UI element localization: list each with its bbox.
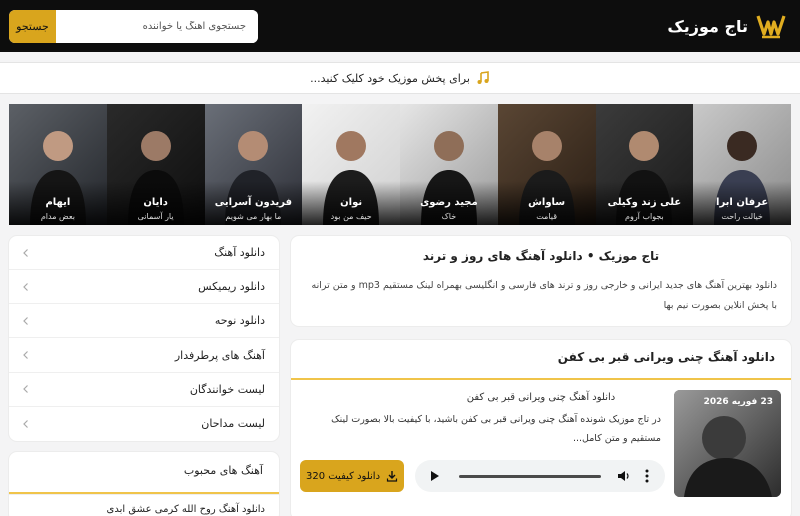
- menu-item-label: دانلود ریمیکس: [198, 280, 265, 294]
- chevron-left-icon: [23, 351, 28, 359]
- chevron-left-icon: [23, 316, 28, 325]
- artist-song: حیف من بود: [330, 212, 372, 221]
- menu-item-eulogists[interactable]: لیست مداحان: [9, 407, 279, 441]
- menu-item-label: لیست خوانندگان: [189, 382, 265, 396]
- popular-song-link[interactable]: دانلود آهنگ روح الله کرمی عشق ابدی: [107, 504, 265, 515]
- post-title[interactable]: دانلود آهنگ چنی ویرانی قبر بی کفن: [558, 350, 775, 364]
- menu-item-songs[interactable]: دانلود آهنگ: [9, 236, 279, 271]
- site-logo[interactable]: تاج موزیک: [667, 10, 786, 42]
- site-header: تاج موزیک جستجو: [0, 0, 800, 52]
- download-button-label: دانلود کیفیت 320: [305, 470, 381, 482]
- download-icon: [386, 471, 398, 482]
- intro-title: تاج موزیک • دانلود آهنگ های روز و ترند: [422, 249, 660, 263]
- artist-name: نوان: [340, 197, 363, 208]
- search-input[interactable]: [56, 10, 258, 43]
- play-icon[interactable]: [427, 469, 441, 483]
- artist-song: بعض مدام: [40, 212, 75, 221]
- chevron-left-icon: [23, 282, 28, 291]
- menu-item-label: آهنگ های پرطرفدار: [174, 348, 265, 362]
- post-card: دانلود آهنگ چنی ویرانی قبر بی کفن 23 فور…: [291, 340, 791, 516]
- artist-card[interactable]: نوان حیف من بود: [302, 104, 400, 225]
- artist-song: یار آسمانی: [137, 212, 174, 221]
- audio-player: [415, 460, 665, 492]
- audio-progress-bar[interactable]: [459, 475, 601, 478]
- artist-name: فریدون آسرایی: [214, 197, 293, 208]
- crown-logo-icon: [756, 15, 786, 39]
- artist-name: ایهام: [45, 197, 71, 208]
- artist-name: مجید رضوی: [420, 197, 478, 208]
- music-player-bar[interactable]: برای پخش موزیک خود کلیک کنید...: [0, 62, 800, 94]
- menu-item-nohe[interactable]: دانلود نوحه: [9, 304, 279, 339]
- artist-name: علی زند وکیلی: [607, 197, 682, 208]
- search-box: جستجو: [9, 10, 258, 43]
- menu-item-singers[interactable]: لیست خوانندگان: [9, 373, 279, 407]
- artist-card[interactable]: عرفان ابرا خیالت راحت: [693, 104, 791, 225]
- site-name: تاج موزیک: [667, 16, 748, 36]
- artist-name: عرفان ابرا: [716, 197, 769, 208]
- artist-song: قیامت: [536, 212, 558, 221]
- artist-song: خاک: [441, 212, 457, 221]
- artist-card[interactable]: علی زند وکیلی بجواب آروم: [595, 104, 694, 225]
- volume-icon[interactable]: [617, 469, 631, 483]
- download-button[interactable]: دانلود کیفیت 320: [300, 460, 404, 492]
- menu-item-remix[interactable]: دانلود ریمیکس: [9, 270, 279, 305]
- menu-item-label: لیست مداحان: [201, 417, 265, 431]
- artist-song: بجواب آروم: [625, 212, 664, 221]
- chevron-left-icon: [23, 385, 28, 394]
- more-options-icon[interactable]: [641, 468, 653, 484]
- menu-item-label: دانلود نوحه: [214, 314, 265, 328]
- featured-artists: عرفان ابرا خیالت راحت علی زند وکیلی بجوا…: [9, 104, 791, 225]
- artist-card[interactable]: فریدون آسرایی ما بهار می شویم: [204, 104, 303, 225]
- category-menu: دانلود آهنگ دانلود ریمیکس دانلود نوحه آه…: [9, 236, 279, 441]
- popular-songs-box: آهنگ های محبوب دانلود آهنگ روح الله کرمی…: [9, 452, 279, 516]
- chevron-left-icon: [23, 419, 28, 428]
- player-bar-text: برای پخش موزیک خود کلیک کنید...: [310, 71, 470, 85]
- post-thumbnail[interactable]: 23 فوریه 2026: [674, 390, 781, 497]
- artist-card[interactable]: ساواش قیامت: [497, 104, 596, 225]
- menu-item-label: دانلود آهنگ: [214, 246, 265, 260]
- artist-name: دایان: [143, 197, 168, 208]
- post-subtitle: دانلود آهنگ چنی ویرانی قبر بی کفن: [466, 392, 616, 403]
- artist-name: ساواش: [528, 197, 566, 208]
- music-note-icon: [477, 71, 489, 84]
- menu-item-popular[interactable]: آهنگ های پرطرفدار: [9, 338, 279, 373]
- intro-description: دانلود بهترین آهنگ های جدید ایرانی و خار…: [311, 280, 777, 311]
- artist-song: خیالت راحت: [721, 212, 763, 221]
- section-divider: [291, 378, 791, 380]
- popular-songs-title: آهنگ های محبوب: [183, 464, 263, 477]
- artist-song: ما بهار می شویم: [225, 212, 282, 221]
- artist-card[interactable]: ایهام بعض مدام: [9, 104, 107, 225]
- chevron-left-icon: [23, 248, 28, 257]
- search-button[interactable]: جستجو: [9, 10, 56, 43]
- site-intro-card: تاج موزیک • دانلود آهنگ های روز و ترند د…: [291, 236, 791, 326]
- post-excerpt: در تاج موزیک شونده آهنگ چنی ویرانی قبر ب…: [331, 414, 661, 444]
- artist-card[interactable]: مجید رضوی خاک: [400, 104, 498, 225]
- artist-card[interactable]: دایان یار آسمانی: [106, 104, 205, 225]
